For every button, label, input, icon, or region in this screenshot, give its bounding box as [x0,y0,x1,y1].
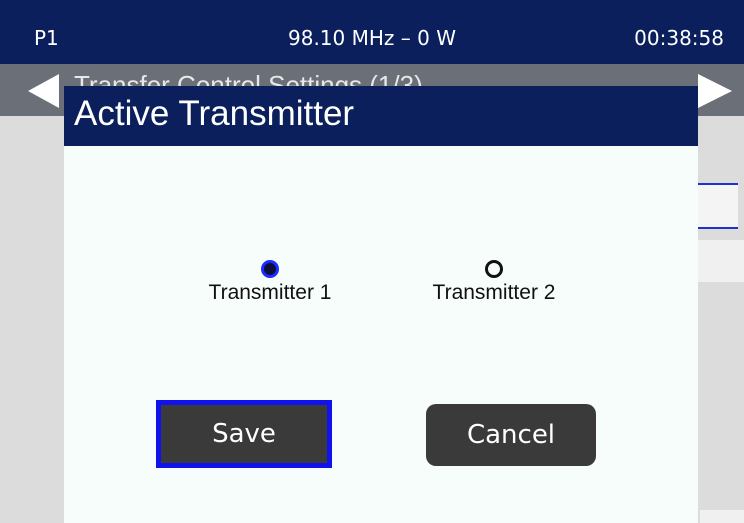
status-bar: 98.10 MHz – 0 W P1 00:38:58 [0,0,744,64]
cancel-button[interactable]: Cancel [426,404,596,466]
active-transmitter-dialog: Active Transmitter Transmitter 1 Transmi… [64,86,698,523]
radio-transmitter-2[interactable]: Transmitter 2 [414,260,574,305]
radio-label: Transmitter 1 [208,281,332,304]
radio-unselected-icon[interactable] [485,260,503,278]
background-field[interactable] [700,510,744,523]
dialog-header: Active Transmitter [64,86,698,146]
previous-page-arrow-icon[interactable] [28,74,59,108]
radio-selected-icon[interactable] [261,260,279,278]
radio-transmitter-1[interactable]: Transmitter 1 [190,260,350,305]
save-button[interactable]: Save [156,400,332,468]
radio-label: Transmitter 2 [432,281,556,304]
next-page-arrow-icon[interactable] [698,74,732,108]
background-field[interactable] [696,240,744,282]
dialog-title: Active Transmitter [74,94,355,133]
background-field-focused[interactable] [696,183,738,229]
